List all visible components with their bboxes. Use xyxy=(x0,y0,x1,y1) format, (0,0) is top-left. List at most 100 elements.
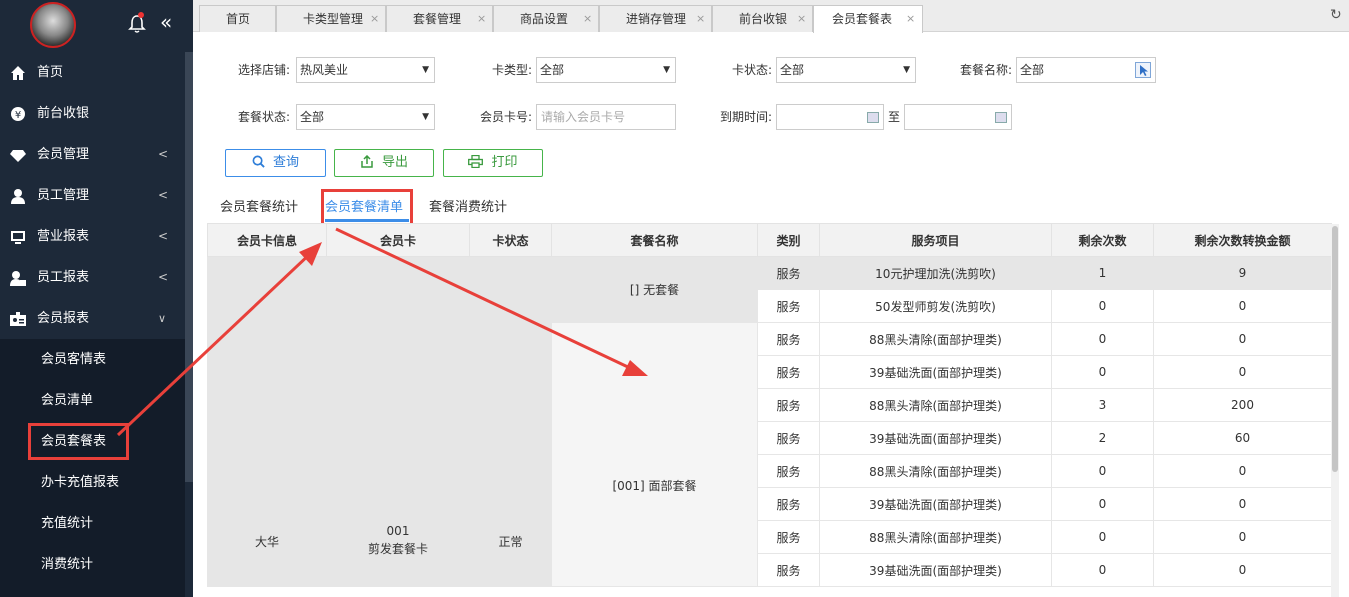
diamond-icon xyxy=(10,150,26,162)
subtab-consumption-stats[interactable]: 套餐消费统计 xyxy=(429,196,507,222)
sidebar-subitem-label: 消费统计 xyxy=(41,557,94,572)
card-status-select[interactable]: 全部 ▼ xyxy=(776,57,916,83)
sidebar-item-staff-management[interactable]: 员工管理 < xyxy=(0,175,185,216)
type-cell: 服务 xyxy=(757,487,820,521)
store-label: 选择店铺: xyxy=(237,63,290,77)
package-status-label: 套餐状态: xyxy=(237,110,290,124)
remaining-amount-cell: 0 xyxy=(1153,322,1332,356)
service-item-cell: 39基础洗面(面部护理类) xyxy=(819,553,1052,587)
sidebar-item-member-report[interactable]: 会员报表 ∨ xyxy=(0,298,185,339)
package-name-select[interactable]: 全部 xyxy=(1016,57,1156,83)
sidebar-scrollbar[interactable] xyxy=(185,52,193,482)
query-button[interactable]: 查询 xyxy=(225,149,326,177)
remaining-amount-cell: 0 xyxy=(1153,355,1332,389)
sidebar-item-label: 员工管理 xyxy=(37,188,90,203)
chevron-left-icon: < xyxy=(158,188,169,202)
sidebar-subitem-consume-stats[interactable]: 消费统计 xyxy=(0,544,185,585)
table-scrollbar-thumb[interactable] xyxy=(1332,226,1338,472)
sidebar-subitem-member-list[interactable]: 会员清单 xyxy=(0,380,185,421)
package-status-select[interactable]: 全部 ▼ xyxy=(296,104,435,130)
type-cell: 服务 xyxy=(757,520,820,554)
remaining-amount-cell: 0 xyxy=(1153,487,1332,521)
avatar[interactable] xyxy=(30,2,76,48)
tab-member-package-report[interactable]: 会员套餐表 × xyxy=(813,5,923,33)
sidebar-item-member-management[interactable]: 会员管理 < xyxy=(0,134,185,175)
tab-label: 套餐管理 xyxy=(413,12,462,26)
column-header: 套餐名称 xyxy=(551,223,758,257)
expire-end-date[interactable] xyxy=(904,104,1012,130)
dropdown-arrow-icon: ▼ xyxy=(422,112,429,122)
table-row[interactable]: 大华 001 剪发套餐卡 正常 [] 无套餐 服务 10元护理加洗(洗剪吹) 1 … xyxy=(207,256,1332,587)
calendar-icon[interactable] xyxy=(867,112,879,123)
bell-icon[interactable] xyxy=(128,14,146,34)
type-cell: 服务 xyxy=(757,256,820,290)
tab-inventory[interactable]: 进销存管理 × xyxy=(599,5,712,32)
export-button[interactable]: 导出 xyxy=(334,149,434,177)
store-select[interactable]: 热风美业 ▼ xyxy=(296,57,435,83)
print-button[interactable]: 打印 xyxy=(443,149,543,177)
tab-card-type[interactable]: 卡类型管理 × xyxy=(276,5,386,32)
column-header: 会员卡信息 xyxy=(207,223,327,257)
service-item-cell: 39基础洗面(面部护理类) xyxy=(819,421,1052,455)
tab-close-icon[interactable]: × xyxy=(696,6,705,32)
card-type-select[interactable]: 全部 ▼ xyxy=(536,57,676,83)
tab-product-settings[interactable]: 商品设置 × xyxy=(493,5,599,32)
tab-close-icon[interactable]: × xyxy=(477,6,486,32)
sidebar-header: « xyxy=(0,0,193,52)
sidebar-subitem-card-recharge[interactable]: 办卡充值报表 xyxy=(0,462,185,503)
tab-label: 进销存管理 xyxy=(626,12,687,26)
remaining-amount-cell: 0 xyxy=(1153,454,1332,488)
picker-cursor-icon[interactable] xyxy=(1135,62,1151,78)
sidebar-item-label: 营业报表 xyxy=(37,229,90,244)
sidebar-item-business-report[interactable]: 营业报表 < xyxy=(0,216,185,257)
sidebar-subitem-member-client[interactable]: 会员客情表 xyxy=(0,339,185,380)
dropdown-arrow-icon: ▼ xyxy=(903,65,910,75)
export-icon xyxy=(361,155,373,168)
card-status-label: 卡状态: xyxy=(731,63,772,77)
sidebar: « 首页 ¥ 前台收银 会员管理 < 员工管理 < 营业报表 < 员工报表 < … xyxy=(0,0,193,597)
expire-start-date[interactable] xyxy=(776,104,884,130)
remaining-amount-cell: 0 xyxy=(1153,553,1332,587)
tab-close-icon[interactable]: × xyxy=(370,6,379,32)
sidebar-item-cashier[interactable]: ¥ 前台收银 xyxy=(0,93,185,134)
collapse-sidebar-icon[interactable]: « xyxy=(160,10,172,34)
export-button-label: 导出 xyxy=(381,155,408,170)
sidebar-item-staff-report[interactable]: 员工报表 < xyxy=(0,257,185,298)
remaining-count-cell: 1 xyxy=(1051,256,1154,290)
search-icon xyxy=(252,155,265,168)
tab-close-icon[interactable]: × xyxy=(797,6,806,32)
sidebar-item-label: 员工报表 xyxy=(37,270,90,285)
sidebar-item-label: 前台收银 xyxy=(37,106,90,121)
card-type-select-value: 全部 xyxy=(540,63,565,77)
tab-close-icon[interactable]: × xyxy=(583,6,592,32)
type-cell: 服务 xyxy=(757,289,820,323)
subtab-package-stats[interactable]: 会员套餐统计 xyxy=(220,196,298,222)
service-item-cell: 88黑头清除(面部护理类) xyxy=(819,388,1052,422)
dropdown-arrow-icon: ▼ xyxy=(663,65,670,75)
sidebar-item-home[interactable]: 首页 xyxy=(0,52,185,93)
type-cell: 服务 xyxy=(757,322,820,356)
annotation-highlight-box xyxy=(321,189,413,227)
column-header: 剩余次数转换金额 xyxy=(1153,223,1332,257)
type-cell: 服务 xyxy=(757,454,820,488)
user-icon xyxy=(11,189,25,204)
sidebar-subitem-label: 会员客情表 xyxy=(41,352,107,367)
tab-close-icon[interactable]: × xyxy=(906,6,915,32)
yen-coin-icon: ¥ xyxy=(11,107,25,121)
notification-dot xyxy=(138,12,144,18)
calendar-icon[interactable] xyxy=(995,112,1007,123)
refresh-icon[interactable]: ↻ xyxy=(1330,7,1342,23)
package-status-select-value: 全部 xyxy=(300,110,325,124)
member-card-cell: 001 剪发套餐卡 xyxy=(326,256,470,587)
card-no-input[interactable]: 请输入会员卡号 xyxy=(536,104,676,130)
remaining-count-cell: 0 xyxy=(1051,553,1154,587)
column-header: 卡状态 xyxy=(469,223,552,257)
tab-package-management[interactable]: 套餐管理 × xyxy=(386,5,493,32)
service-item-cell: 10元护理加洗(洗剪吹) xyxy=(819,256,1052,290)
tab-front-cashier[interactable]: 前台收银 × xyxy=(712,5,813,32)
tab-label: 卡类型管理 xyxy=(303,12,364,26)
monitor-icon xyxy=(11,231,25,244)
home-icon xyxy=(11,66,25,80)
sidebar-subitem-recharge-stats[interactable]: 充值统计 xyxy=(0,503,185,544)
tab-home[interactable]: 首页 xyxy=(199,5,276,32)
